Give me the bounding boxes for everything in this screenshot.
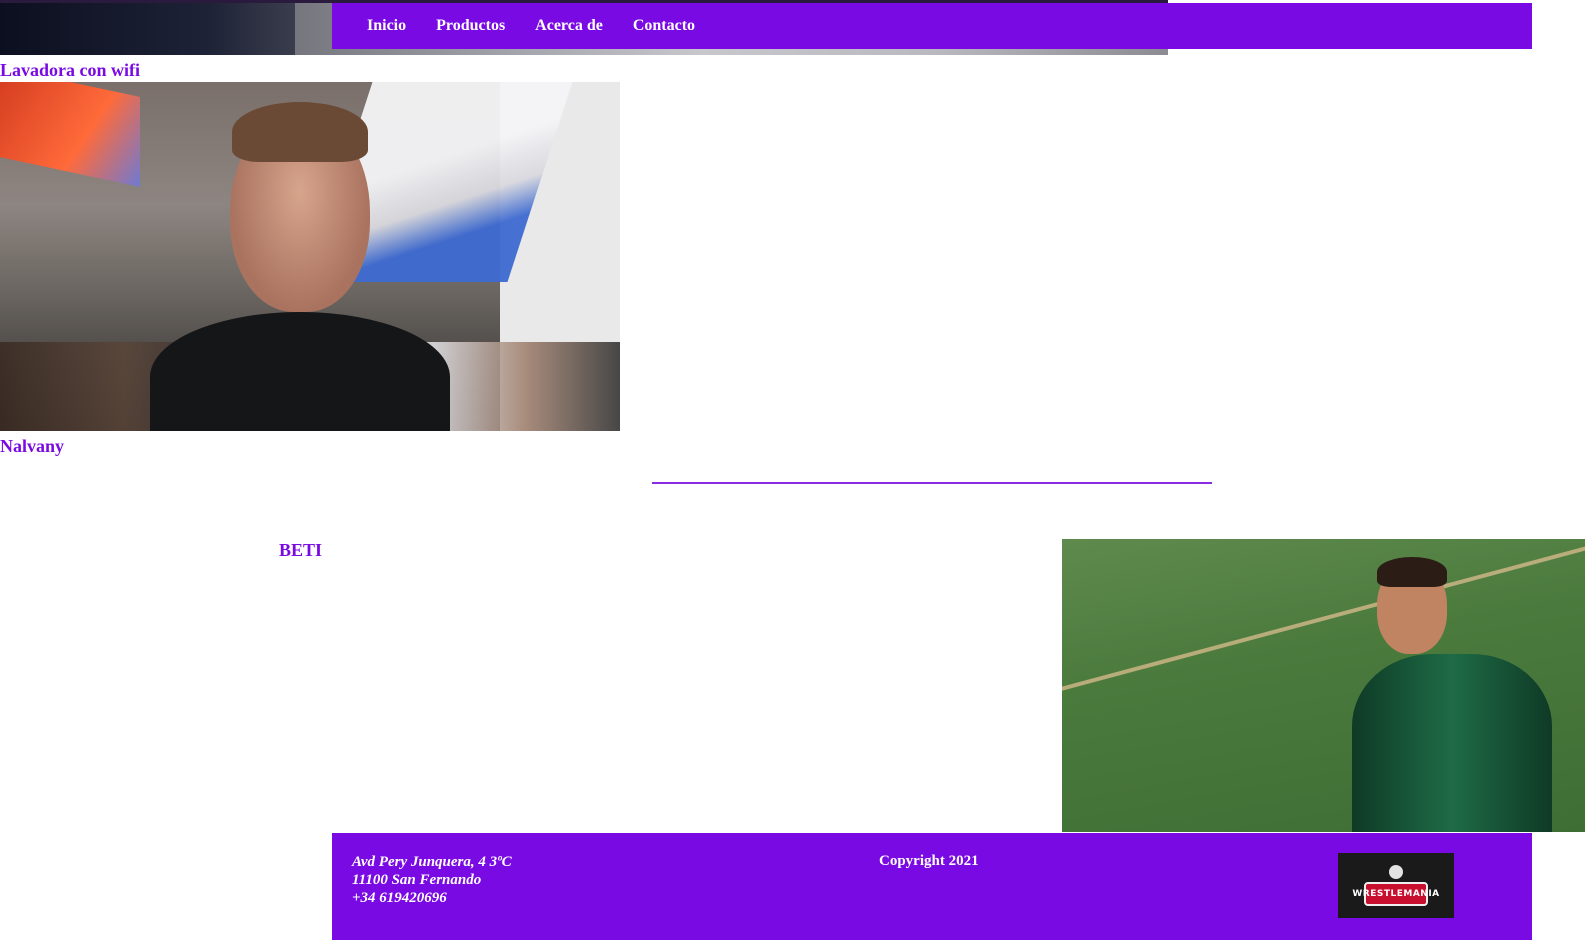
nav-link-productos[interactable]: Productos xyxy=(436,17,505,34)
page-footer: Avd Pery Junquera, 4 3ºC 11100 San Ferna… xyxy=(332,833,1532,940)
wrestlemania-logo: WRESTLEMANIA xyxy=(1338,853,1454,918)
nav-item-productos: Productos xyxy=(436,17,505,35)
person-body xyxy=(150,312,450,431)
nav-item-acerca-de: Acerca de xyxy=(535,17,603,35)
nav-list: Inicio Productos Acerca de Contacto xyxy=(332,3,1532,49)
nav-item-inicio: Inicio xyxy=(367,17,406,35)
logo-wordmark: WRESTLEMANIA xyxy=(1352,882,1439,906)
footer-copyright: Copyright 2021 xyxy=(879,853,979,869)
banner-dark-area xyxy=(0,0,295,55)
caption-nalvany: Nalvany xyxy=(0,436,65,456)
player-jersey xyxy=(1352,654,1552,832)
section-divider xyxy=(652,482,1212,484)
address-city: 11100 San Fernando xyxy=(352,872,482,888)
photo-flag-red xyxy=(0,82,140,187)
player-hair xyxy=(1377,557,1447,587)
football-player-photo xyxy=(1062,539,1585,832)
section-title-beti: BETI xyxy=(279,540,323,560)
nav-link-contacto[interactable]: Contacto xyxy=(633,17,695,34)
nav-link-acerca-de[interactable]: Acerca de xyxy=(535,17,603,34)
main-navigation: Inicio Productos Acerca de Contacto xyxy=(332,3,1532,49)
nav-link-inicio[interactable]: Inicio xyxy=(367,17,406,34)
photo-central-person xyxy=(150,92,450,431)
address-phone: +34 619420696 xyxy=(352,890,447,906)
logo-emblem-icon xyxy=(1389,865,1403,879)
protest-photo xyxy=(0,82,620,431)
caption-lavadora: Lavadora con wifi xyxy=(0,60,141,80)
person-hair xyxy=(232,102,368,162)
address-street: Avd Pery Junquera, 4 3ºC xyxy=(352,854,512,870)
footer-address: Avd Pery Junquera, 4 3ºC 11100 San Ferna… xyxy=(352,853,512,907)
nav-item-contacto: Contacto xyxy=(633,17,695,35)
